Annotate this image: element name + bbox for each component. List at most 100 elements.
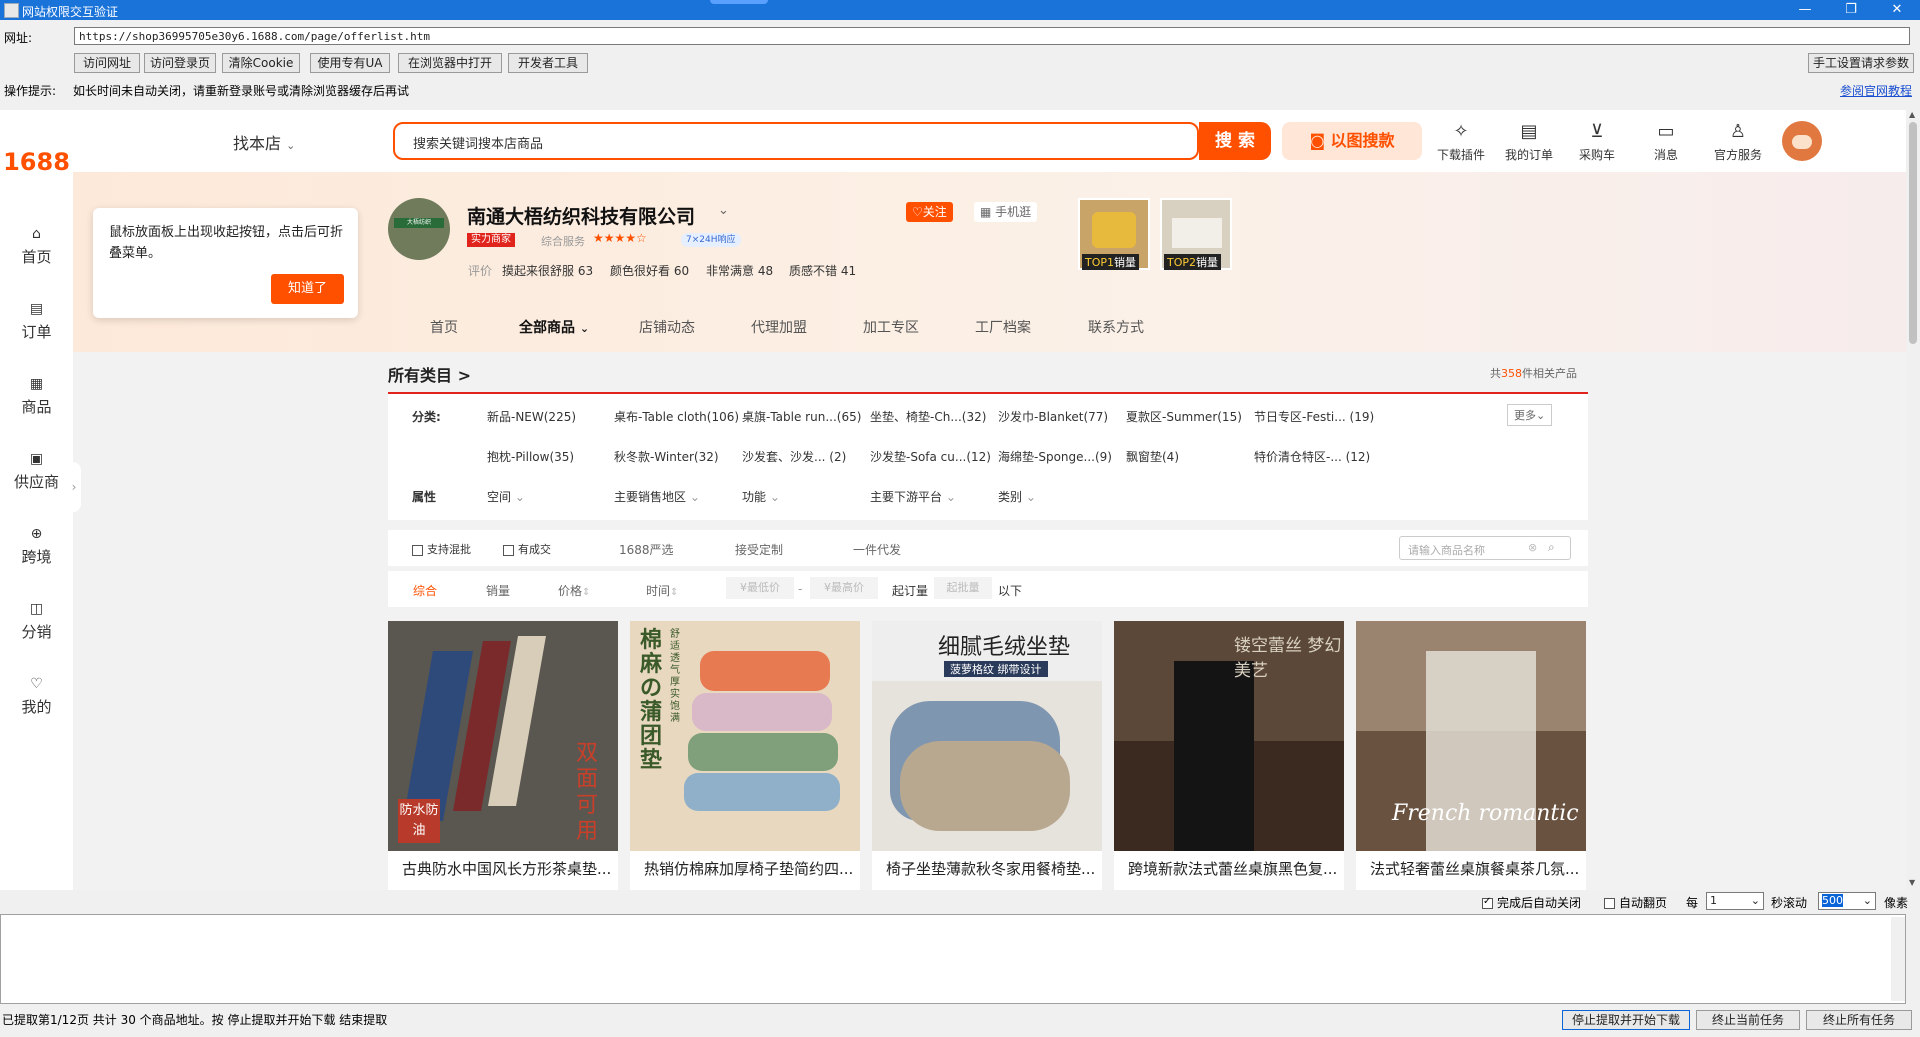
sort-sales[interactable]: 销量 [486, 582, 510, 599]
tab-shop-news[interactable]: 店铺动态 [639, 317, 695, 337]
nav-crossborder[interactable]: ⊕ 跨境 [0, 526, 73, 567]
dropship-filter[interactable]: 一件代发 [853, 541, 901, 558]
product-card[interactable]: French romantic 法式轻奢蕾丝桌旗餐桌茶几氛... [1356, 621, 1586, 890]
maximize-button[interactable]: ❐ [1828, 0, 1874, 20]
category-item[interactable]: 特价清仓特区-... (12) [1254, 448, 1370, 465]
product-title[interactable]: 跨境新款法式蕾丝桌旗黑色复... [1114, 851, 1344, 890]
top1-product-thumb[interactable]: TOP1销量 [1078, 198, 1150, 270]
image-search-button[interactable]: ◙ 以图搜款 [1282, 122, 1422, 160]
strict-select-filter[interactable]: 1688严选 [619, 541, 674, 558]
category-item[interactable]: 坐垫、椅垫-Ch...(32) [870, 408, 986, 425]
shop-name[interactable]: 南通大梧纺织科技有限公司 [467, 202, 695, 229]
product-card[interactable]: 棉麻の蒲团垫 舒适透气 厚实饱满 热销仿棉麻加厚椅子垫简约四... [630, 621, 860, 890]
attribute-filter[interactable]: 主要下游平台 ⌄ [870, 488, 956, 505]
top2-product-thumb[interactable]: TOP2销量 [1160, 198, 1232, 270]
product-card[interactable]: 镂空蕾丝 梦幻美艺 跨境新款法式蕾丝桌旗黑色复... [1114, 621, 1344, 890]
category-item[interactable]: 桌旗-Table run...(65) [742, 408, 861, 425]
follow-button[interactable]: ♡关注 [906, 202, 953, 222]
category-item[interactable]: 沙发垫-Sofa cu...(12) [870, 448, 991, 465]
site-search-input[interactable]: 搜索关键词搜本店商品 [393, 122, 1199, 160]
log-textarea[interactable] [0, 914, 1906, 1004]
minimize-button[interactable]: — [1782, 0, 1828, 20]
tab-factory[interactable]: 工厂档案 [975, 317, 1031, 337]
category-item[interactable]: 抱枕-Pillow(35) [487, 448, 574, 465]
use-ua-button[interactable]: 使用专有UA [310, 53, 390, 73]
more-categories-button[interactable]: 更多⌄ [1507, 404, 1553, 426]
attribute-filter[interactable]: 类别 ⌄ [998, 488, 1036, 505]
download-plugin-link[interactable]: ✧ 下载插件 [1431, 122, 1491, 163]
nav-suppliers[interactable]: ▣ 供应商 [0, 451, 73, 492]
product-search-input[interactable]: 请输入商品名称 ⊗ ⌕ [1399, 536, 1571, 560]
scrollbar-thumb[interactable] [1909, 122, 1917, 344]
messages-link[interactable]: ▭ 消息 [1636, 122, 1696, 163]
clear-cookie-button[interactable]: 清除Cookie [222, 53, 300, 73]
site-logo[interactable]: 1688 [0, 148, 73, 176]
viewport-scrollbar[interactable]: ▲ ▼ [1906, 110, 1920, 890]
stop-and-download-button[interactable]: 停止提取并开始下载 [1562, 1010, 1690, 1030]
close-button[interactable]: ✕ [1874, 0, 1920, 20]
sort-overall[interactable]: 综合 [413, 582, 437, 599]
mobile-browse-button[interactable]: ▦ 手机逛 [974, 202, 1038, 222]
has-deal-checkbox[interactable]: 有成交 [503, 541, 551, 557]
product-card[interactable]: 双面可用 防水防油 古典防水中国风长方形茶桌垫... [388, 621, 618, 890]
nav-products[interactable]: ▦ 商品 [0, 376, 73, 417]
find-shop-dropdown[interactable]: 找本店 ⌄ [233, 130, 295, 154]
product-title[interactable]: 椅子坐垫薄款秋冬家用餐椅垫... [872, 851, 1102, 890]
auto-close-checkbox[interactable]: 完成后自动关闭 [1482, 894, 1581, 911]
category-item[interactable]: 桌布-Table cloth(106) [614, 408, 739, 425]
nav-mine[interactable]: ♡ 我的 [0, 676, 73, 717]
end-current-task-button[interactable]: 终止当前任务 [1696, 1010, 1800, 1030]
shop-expand-icon[interactable]: ⌄ [718, 203, 729, 218]
product-title[interactable]: 法式轻奢蕾丝桌旗餐桌茶几氛... [1356, 851, 1586, 890]
category-item[interactable]: 海绵垫-Sponge...(9) [998, 448, 1112, 465]
sort-time[interactable]: 时间⇕ [646, 582, 678, 599]
category-item[interactable]: 沙发巾-Blanket(77) [998, 408, 1108, 425]
max-price-input[interactable]: ¥最高价 [810, 577, 878, 599]
category-item[interactable]: 夏款区-Summer(15) [1126, 408, 1242, 425]
scroll-up-icon[interactable]: ▲ [1909, 110, 1915, 119]
avatar[interactable] [1782, 121, 1822, 161]
sort-price[interactable]: 价格⇕ [558, 582, 590, 599]
category-item[interactable]: 新品-NEW(225) [487, 408, 576, 425]
mixed-batch-checkbox[interactable]: 支持混批 [412, 541, 471, 557]
devtools-button[interactable]: 开发者工具 [508, 53, 588, 73]
official-service-link[interactable]: ♙ 官方服务 [1703, 122, 1773, 163]
log-scrollbar[interactable] [1891, 917, 1905, 1001]
category-item[interactable]: 沙发套、沙发... (2) [742, 448, 846, 465]
min-price-input[interactable]: ¥最低价 [726, 577, 794, 599]
nav-home[interactable]: ⌂ 首页 [0, 226, 73, 267]
clear-icon[interactable]: ⊗ [1528, 541, 1537, 554]
category-item[interactable]: 秋冬款-Winter(32) [614, 448, 719, 465]
auto-page-checkbox[interactable]: 自动翻页 [1604, 894, 1667, 911]
url-input[interactable]: https://shop36995705e30y6.1688.com/page/… [74, 27, 1910, 45]
product-title[interactable]: 古典防水中国风长方形茶桌垫... [388, 851, 618, 890]
end-all-tasks-button[interactable]: 终止所有任务 [1806, 1010, 1912, 1030]
tab-contact[interactable]: 联系方式 [1088, 317, 1144, 337]
category-item[interactable]: 节日专区-Festi... (19) [1254, 408, 1374, 425]
scroll-down-icon[interactable]: ▼ [1909, 878, 1915, 887]
custom-filter[interactable]: 接受定制 [735, 541, 783, 558]
all-categories-title[interactable]: 所有类目 > [388, 362, 471, 386]
interval-select[interactable]: 1 ⌄ [1706, 892, 1764, 910]
tab-franchise[interactable]: 代理加盟 [751, 317, 807, 337]
attribute-filter[interactable]: 主要销售地区 ⌄ [614, 488, 700, 505]
manual-headers-button[interactable]: 手工设置请求参数 [1808, 53, 1914, 73]
tab-all-products[interactable]: 全部商品 ⌄ [519, 317, 589, 337]
attribute-filter[interactable]: 空间 ⌄ [487, 488, 525, 505]
nav-distribution[interactable]: ◫ 分销 [0, 601, 73, 642]
my-orders-link[interactable]: ▤ 我的订单 [1499, 122, 1559, 163]
got-it-button[interactable]: 知道了 [271, 274, 344, 304]
category-item[interactable]: 飘窗垫(4) [1126, 448, 1179, 465]
product-card[interactable]: 细腻毛绒坐垫 菠萝格纹 绑带设计 椅子坐垫薄款秋冬家用餐椅垫... [872, 621, 1102, 890]
product-title[interactable]: 热销仿棉麻加厚椅子垫简约四... [630, 851, 860, 890]
collapse-nav-handle[interactable]: › [67, 462, 81, 512]
visit-url-button[interactable]: 访问网址 [74, 53, 140, 73]
moq-input[interactable]: 起批量 [934, 577, 992, 599]
search-icon[interactable]: ⌕ [1548, 540, 1555, 555]
attribute-filter[interactable]: 功能 ⌄ [742, 488, 780, 505]
nav-orders[interactable]: ▤ 订单 [0, 301, 73, 342]
tutorial-link[interactable]: 参阅官网教程 [1840, 82, 1912, 99]
site-search-button[interactable]: 搜 索 [1199, 122, 1271, 160]
visit-login-button[interactable]: 访问登录页 [144, 53, 216, 73]
shop-logo[interactable]: 大梧纺织 [388, 198, 450, 260]
